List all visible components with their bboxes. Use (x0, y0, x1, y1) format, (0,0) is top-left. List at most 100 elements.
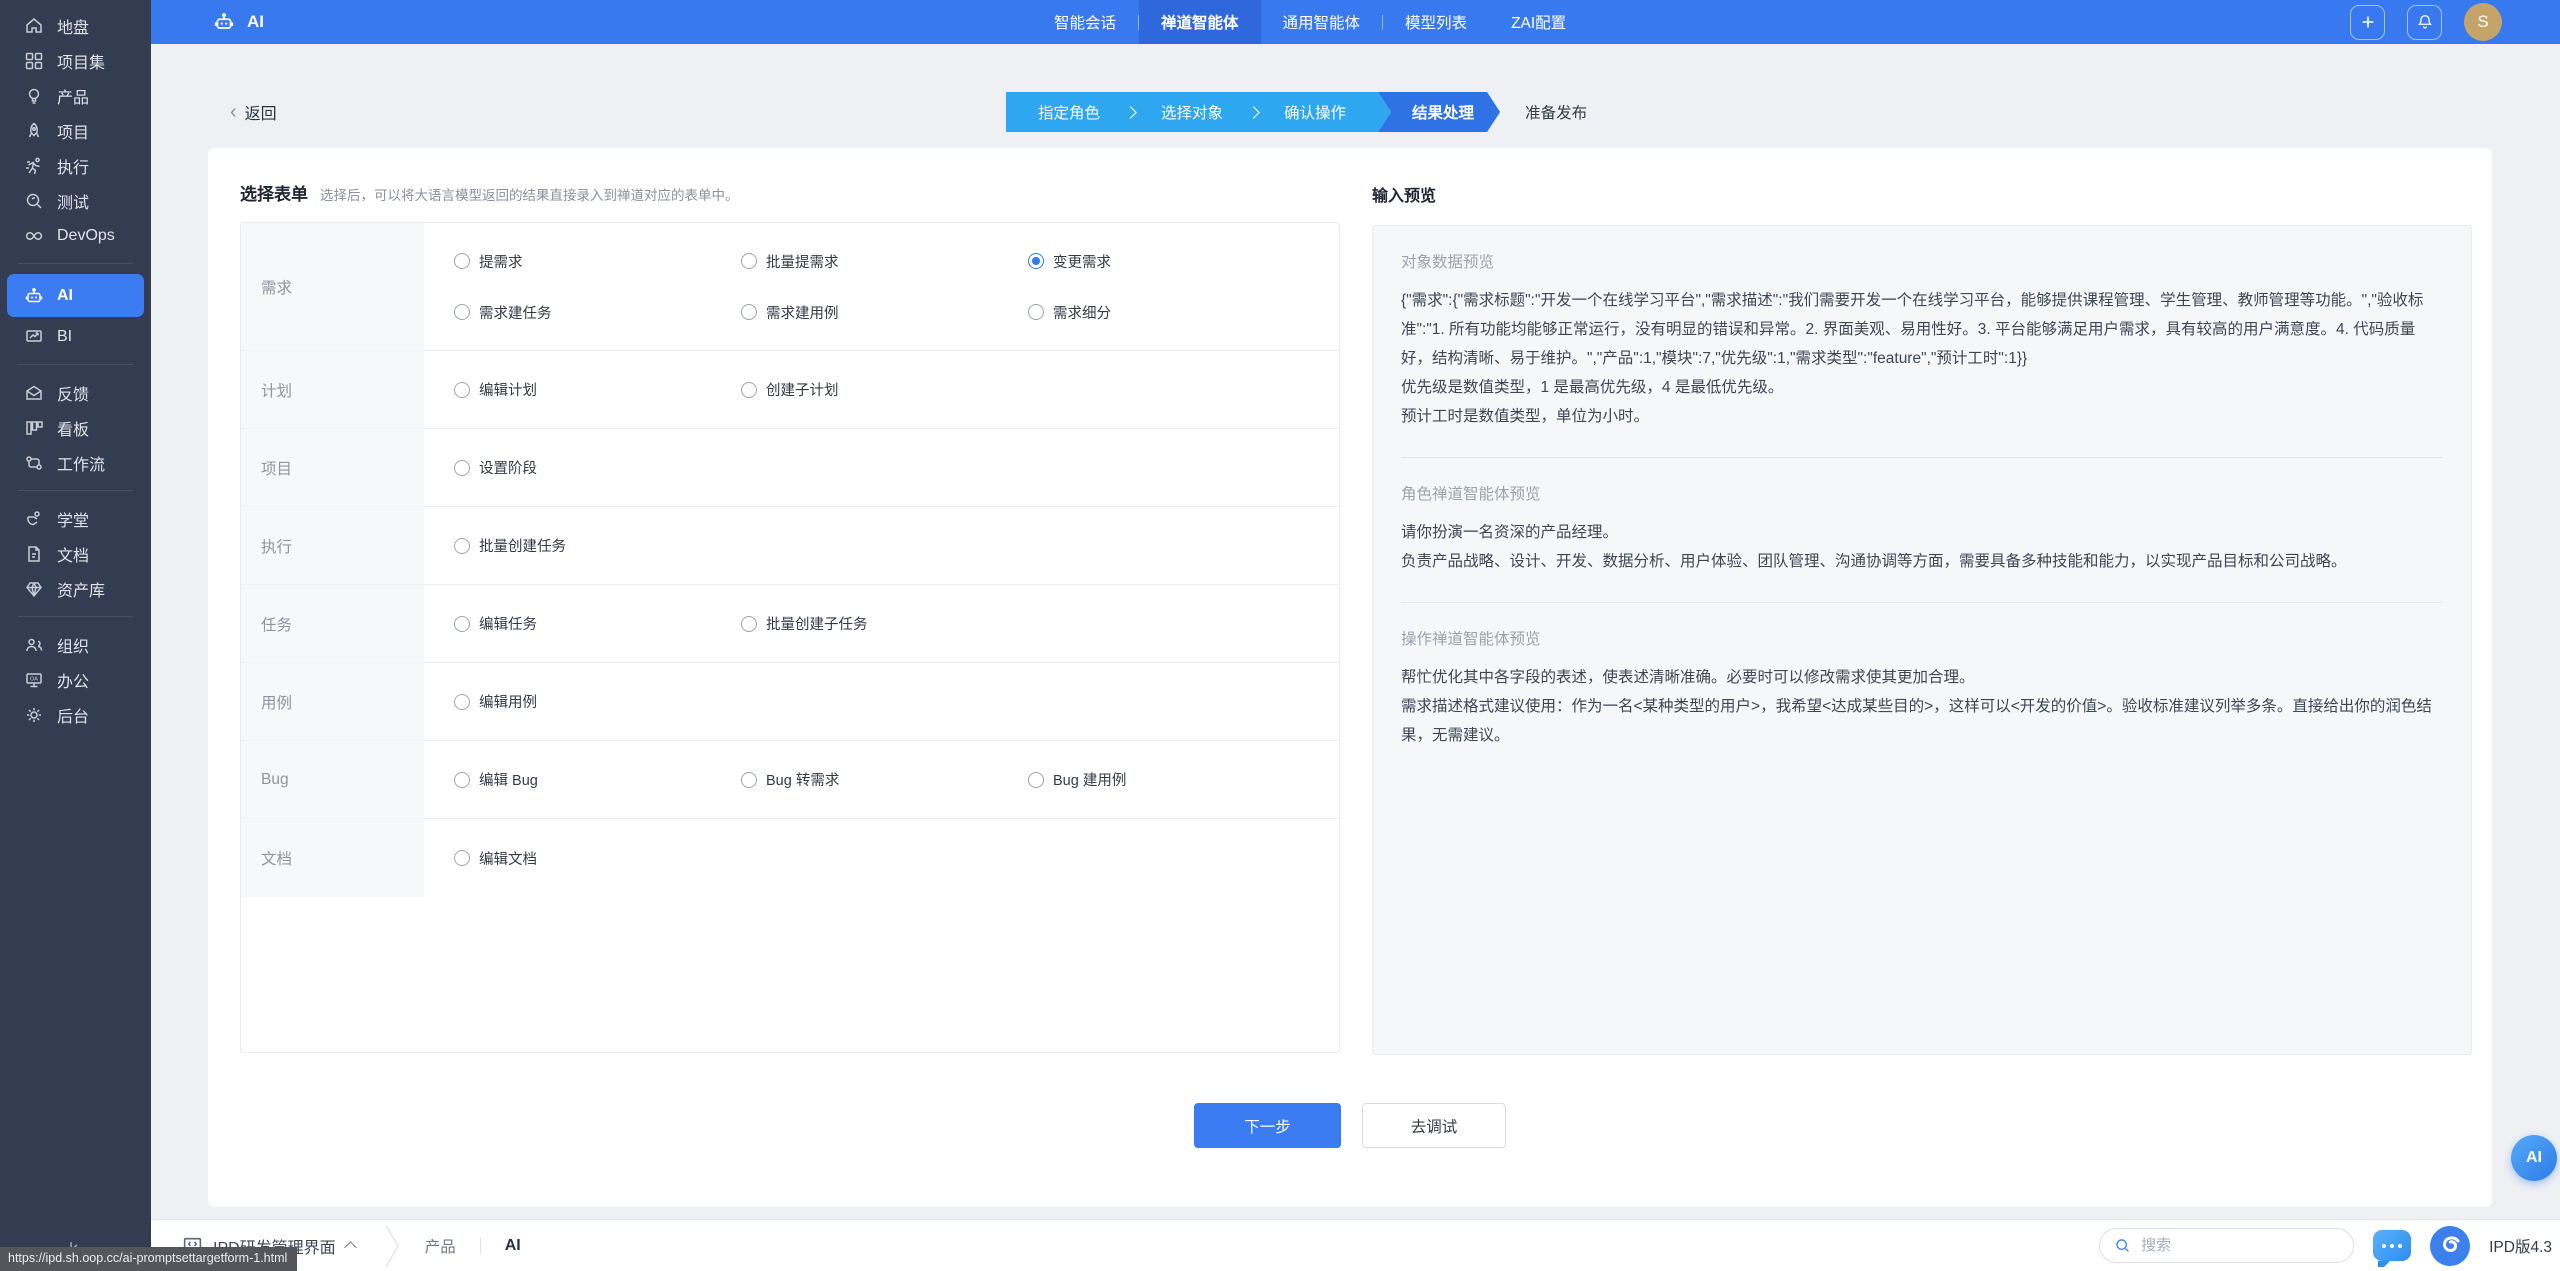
sidebar-item-label: DevOps (57, 227, 115, 245)
robot-icon (24, 286, 44, 306)
breadcrumb-ai[interactable]: AI (505, 1237, 521, 1255)
radio-option[interactable]: 需求细分 (1028, 302, 1315, 323)
breadcrumb-product[interactable]: 产品 (425, 1235, 456, 1257)
user-avatar[interactable]: S (2464, 3, 2502, 41)
row-category-label: 执行 (241, 507, 424, 584)
radio-option[interactable]: 编辑计划 (454, 379, 741, 400)
sidebar-item-product[interactable]: 产品 (7, 78, 144, 113)
zentao-logo-icon[interactable] (2430, 1226, 2470, 1266)
sidebar-item-bi[interactable]: BI (7, 319, 144, 354)
bottombar-right: IPD版4.3 (2099, 1226, 2552, 1266)
sidebar-item-org[interactable]: 组织 (7, 627, 144, 662)
debug-button[interactable]: 去调试 (1362, 1103, 1506, 1148)
radio-option[interactable]: 编辑用例 (454, 691, 741, 712)
radio-icon (454, 772, 470, 788)
radio-option-selected[interactable]: 变更需求 (1028, 251, 1315, 272)
next-step-button[interactable]: 下一步 (1194, 1103, 1341, 1148)
nav-general-agent[interactable]: 通用智能体 (1261, 0, 1383, 44)
sidebar-item-kanban[interactable]: 看板 (7, 410, 144, 445)
radio-option[interactable]: Bug 转需求 (741, 769, 1028, 790)
sidebar-divider (18, 364, 133, 365)
sidebar-item-ai[interactable]: AI (7, 274, 144, 317)
row-options: 编辑计划 创建子计划 (424, 351, 1339, 428)
role-preview-title: 角色禅道智能体预览 (1401, 482, 2443, 504)
sidebar-item-school[interactable]: 学堂 (7, 501, 144, 536)
nav-smart-chat[interactable]: 智能会话 (1032, 0, 1138, 44)
radio-option[interactable]: 创建子计划 (741, 379, 1028, 400)
sidebar-item-program[interactable]: 项目集 (7, 43, 144, 78)
nav-model-list[interactable]: 模型列表 (1383, 0, 1489, 44)
row-options: 编辑用例 (424, 663, 1339, 740)
sidebar-item-label: 执行 (57, 154, 89, 178)
chart-board-icon (24, 327, 44, 347)
step-wizard: 指定角色 选择对象 确认操作 结果处理 准备发布 (1006, 92, 1587, 132)
sidebar-item-feedback[interactable]: 反馈 (7, 375, 144, 410)
wizard-step-confirm-action[interactable]: 确认操作 (1258, 101, 1372, 123)
radio-icon (454, 253, 470, 269)
table-row: 需求 提需求 批量提需求 变更需求 需求建任务 需求建用例 需求细分 (241, 223, 1339, 351)
sidebar-item-label: 组织 (57, 633, 89, 657)
sidebar-item-label: 测试 (57, 189, 89, 213)
sidebar-item-assets[interactable]: 资产库 (7, 571, 144, 606)
form-actions: 下一步 去调试 (208, 1103, 2492, 1148)
bell-icon (2416, 13, 2434, 31)
table-row: 项目 设置阶段 (241, 429, 1339, 507)
sidebar-item-devops[interactable]: DevOps (7, 218, 144, 253)
sidebar-item-home[interactable]: 地盘 (7, 8, 144, 43)
radio-option[interactable]: 编辑任务 (454, 613, 741, 634)
nav-zentao-agent[interactable]: 禅道智能体 (1139, 0, 1261, 44)
infinity-icon (24, 226, 44, 246)
ai-assistant-fab[interactable]: AI (2511, 1135, 2557, 1181)
wizard-step-assign-role[interactable]: 指定角色 (1012, 101, 1126, 123)
topbar-nav: 智能会话 禅道智能体 通用智能体 模型列表 ZAI配置 (1032, 0, 1588, 44)
sidebar-item-label: 项目集 (57, 49, 105, 73)
caret-up-icon (344, 1241, 357, 1254)
lightbulb-icon (24, 86, 44, 106)
radio-option[interactable]: 编辑文档 (454, 848, 741, 869)
gem-icon (24, 579, 44, 599)
sidebar-item-label: 产品 (57, 84, 89, 108)
document-icon (24, 544, 44, 564)
sidebar-item-workflow[interactable]: 工作流 (7, 445, 144, 480)
sidebar-item-office[interactable]: OA 办公 (7, 662, 144, 697)
radio-icon (741, 616, 757, 632)
sidebar-item-label: 工作流 (57, 451, 105, 475)
wizard-step-publish: 准备发布 (1500, 92, 1587, 132)
search-input[interactable] (2141, 1237, 2340, 1254)
radio-option[interactable]: 设置阶段 (454, 457, 741, 478)
app-brand: AI (213, 11, 264, 33)
radio-icon (454, 304, 470, 320)
add-button[interactable] (2350, 5, 2385, 40)
form-panel-header: 选择表单 选择后，可以将大语言模型返回的结果直接录入到禅道对应的表单中。 (240, 180, 739, 205)
wizard-step-select-object[interactable]: 选择对象 (1135, 101, 1249, 123)
radio-option[interactable]: 需求建任务 (454, 302, 741, 323)
oa-monitor-icon: OA (24, 670, 44, 690)
radio-icon (454, 382, 470, 398)
nav-zai-config[interactable]: ZAI配置 (1489, 0, 1588, 44)
radio-option[interactable]: 批量创建任务 (454, 535, 741, 556)
feedback-chat-icon[interactable] (2373, 1230, 2411, 1261)
radio-option[interactable]: 提需求 (454, 251, 741, 272)
sidebar-item-project[interactable]: 项目 (7, 113, 144, 148)
table-row: 任务 编辑任务 批量创建子任务 (241, 585, 1339, 663)
sidebar-item-doc[interactable]: 文档 (7, 536, 144, 571)
table-row: 执行 批量创建任务 (241, 507, 1339, 585)
object-preview-title: 对象数据预览 (1401, 250, 2443, 272)
radio-icon (1028, 772, 1044, 788)
radio-option[interactable]: 需求建用例 (741, 302, 1028, 323)
robot-logo-icon (213, 11, 235, 33)
row-options: 提需求 批量提需求 变更需求 需求建任务 需求建用例 需求细分 (424, 223, 1339, 350)
wizard-step-result-current[interactable]: 结果处理 (1378, 92, 1500, 132)
teacher-icon (24, 509, 44, 529)
sidebar-item-admin[interactable]: 后台 (7, 697, 144, 732)
sidebar-item-test[interactable]: 测试 (7, 183, 144, 218)
radio-option[interactable]: Bug 建用例 (1028, 769, 1315, 790)
main-area: ‹ 返回 指定角色 选择对象 确认操作 结果处理 准备发布 选择表单 选择后，可… (151, 44, 2560, 1219)
radio-option[interactable]: 批量提需求 (741, 251, 1028, 272)
back-button[interactable]: ‹ 返回 (230, 100, 277, 124)
sidebar-item-execution[interactable]: 执行 (7, 148, 144, 183)
radio-option[interactable]: 编辑 Bug (454, 769, 741, 790)
row-options: 编辑 Bug Bug 转需求 Bug 建用例 (424, 741, 1339, 818)
radio-option[interactable]: 批量创建子任务 (741, 613, 1028, 634)
notification-button[interactable] (2407, 5, 2442, 40)
